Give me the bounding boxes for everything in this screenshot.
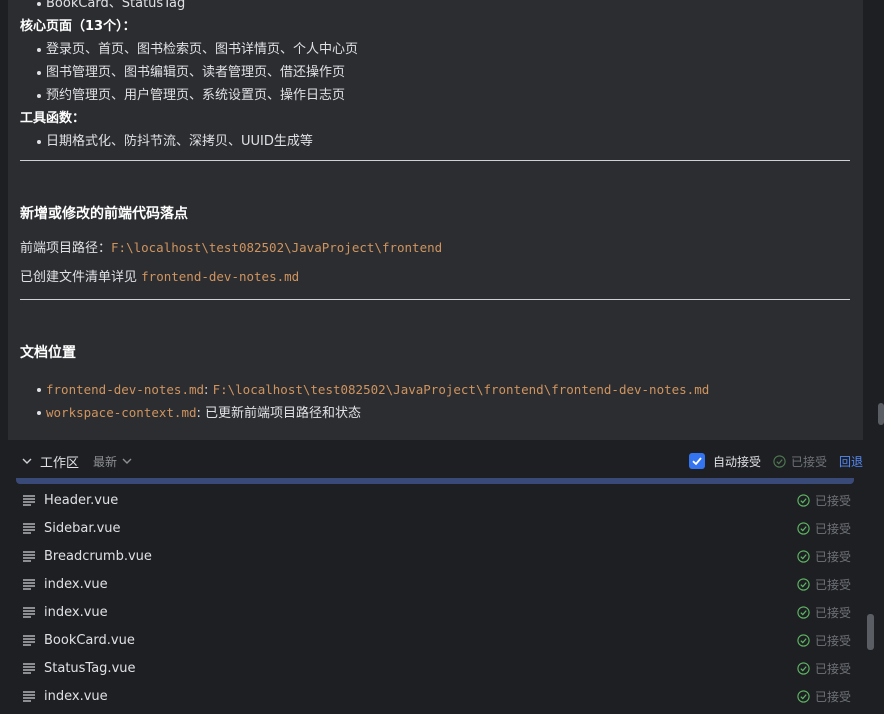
file-status: 已接受 — [797, 688, 851, 705]
path-label: 前端项目路径： — [20, 241, 112, 256]
text-file-icon — [22, 521, 36, 535]
text-file-icon — [22, 549, 36, 563]
file-status: 已接受 — [797, 660, 851, 677]
sort-label: 最新 — [93, 454, 118, 469]
check-circle-icon — [773, 454, 786, 468]
file-row[interactable]: Sidebar.vue 已接受 — [8, 514, 863, 542]
file-name: index.vue — [44, 688, 108, 704]
file-list-scrollbar[interactable] — [867, 614, 874, 650]
doc-text: 已更新前端项目路径和状态 — [205, 406, 362, 421]
status-label: 已接受 — [814, 689, 851, 704]
file-name: Breadcrumb.vue — [44, 548, 152, 564]
check-circle-icon — [797, 661, 810, 675]
list-item: 登录页、首页、图书检索页、图书详情页、个人中心页 — [20, 38, 850, 61]
check-circle-icon — [797, 577, 810, 591]
chat-content: BookCard、StatusTag 核心页面（13个）： 登录页、首页、图书检… — [20, 0, 850, 424]
status-label: 已接受 — [814, 605, 851, 620]
accepted-label: 已接受 — [790, 454, 827, 469]
file-name: StatusTag.vue — [44, 660, 136, 676]
file-status: 已接受 — [797, 576, 851, 593]
revert-button[interactable]: 回退 — [839, 453, 863, 470]
file-name: index.vue — [44, 604, 108, 620]
path-code: F:\localhost\test082502\JavaProject\fron… — [111, 240, 443, 255]
file-name: Sidebar.vue — [44, 520, 121, 536]
text-file-icon — [22, 633, 36, 647]
file-name: BookCard.vue — [44, 632, 135, 648]
list-item: 日期格式化、防抖节流、深拷贝、UUID生成等 — [20, 130, 850, 153]
file-row[interactable]: Breadcrumb.vue 已接受 — [8, 542, 863, 570]
divider — [20, 299, 850, 300]
status-label: 已接受 — [814, 521, 851, 536]
doc-file-code[interactable]: workspace-context.md — [46, 405, 197, 420]
check-circle-icon — [797, 633, 810, 647]
text-file-icon — [22, 605, 36, 619]
file-status: 已接受 — [797, 548, 851, 565]
check-circle-icon — [797, 605, 810, 619]
check-icon — [692, 457, 702, 466]
text-file-icon — [22, 577, 36, 591]
path-paragraph: 前端项目路径：F:\localhost\test082502\JavaProje… — [20, 233, 850, 262]
doc-sep: : — [196, 406, 206, 421]
file-row[interactable]: index.vue 已接受 — [8, 598, 863, 626]
list-item: frontend-dev-notes.md: F:\localhost\test… — [20, 378, 850, 401]
auto-accept-checkbox[interactable] — [688, 453, 705, 469]
check-circle-icon — [797, 549, 810, 563]
chevron-down-icon — [122, 458, 132, 464]
doc-file-code[interactable]: frontend-dev-notes.md — [46, 382, 204, 397]
core-pages-label: 核心页面（13个）： — [20, 19, 136, 34]
file-name: Header.vue — [44, 492, 119, 508]
file-row[interactable]: StatusTag.vue 已接受 — [8, 654, 863, 682]
divider — [20, 160, 850, 161]
status-label: 已接受 — [814, 549, 851, 564]
sort-dropdown[interactable]: 最新 — [93, 453, 134, 470]
list-item: 图书管理页、图书编辑页、读者管理页、借还操作页 — [20, 61, 850, 84]
workspace-title[interactable]: 工作区 — [40, 452, 79, 471]
check-circle-icon — [797, 689, 810, 703]
file-row[interactable]: index.vue 已接受 — [8, 682, 863, 710]
status-label: 已接受 — [814, 661, 851, 676]
file-status: 已接受 — [797, 520, 851, 537]
workspace-header: 工作区 最新 自动接受 已接受 回退 — [8, 440, 863, 482]
created-code[interactable]: frontend-dev-notes.md — [141, 269, 299, 284]
status-label: 已接受 — [814, 633, 851, 648]
list-item: 预约管理页、用户管理页、系统设置页、操作日志页 — [20, 84, 850, 107]
file-row[interactable]: Header.vue 已接受 — [8, 486, 863, 514]
created-label: 已创建文件清单详见 — [20, 270, 142, 285]
file-list: Header.vue 已接受 Sidebar.vue 已接受 Breadcrum… — [8, 486, 863, 710]
file-status: 已接受 — [797, 492, 851, 509]
doc-sep: : — [204, 383, 213, 398]
text-file-icon — [22, 689, 36, 703]
chevron-down-icon[interactable] — [20, 454, 34, 468]
status-label: 已接受 — [814, 577, 851, 592]
check-circle-icon — [797, 521, 810, 535]
section-title: 新增或修改的前端代码落点 — [20, 206, 188, 222]
doc-path-code: F:\localhost\test082502\JavaProject\fron… — [212, 382, 710, 397]
list-item: BookCard、StatusTag — [20, 0, 850, 15]
file-row[interactable]: index.vue 已接受 — [8, 570, 863, 598]
accepted-status: 已接受 — [773, 453, 827, 470]
created-paragraph: 已创建文件清单详见 frontend-dev-notes.md — [20, 262, 850, 291]
file-row[interactable]: BookCard.vue 已接受 — [8, 626, 863, 654]
file-status: 已接受 — [797, 632, 851, 649]
file-name: index.vue — [44, 576, 108, 592]
list-item: workspace-context.md: 已更新前端项目路径和状态 — [20, 401, 850, 424]
selected-row-indicator — [16, 478, 854, 484]
chat-panel: BookCard、StatusTag 核心页面（13个）： 登录页、首页、图书检… — [8, 0, 863, 440]
status-label: 已接受 — [814, 493, 851, 508]
check-circle-icon — [797, 493, 810, 507]
auto-accept-label[interactable]: 自动接受 — [713, 453, 761, 470]
tools-label: 工具函数： — [20, 111, 86, 126]
text-file-icon — [22, 493, 36, 507]
text-file-icon — [22, 661, 36, 675]
section-title: 文档位置 — [20, 345, 76, 361]
file-status: 已接受 — [797, 604, 851, 621]
chat-scrollbar[interactable] — [878, 403, 884, 425]
